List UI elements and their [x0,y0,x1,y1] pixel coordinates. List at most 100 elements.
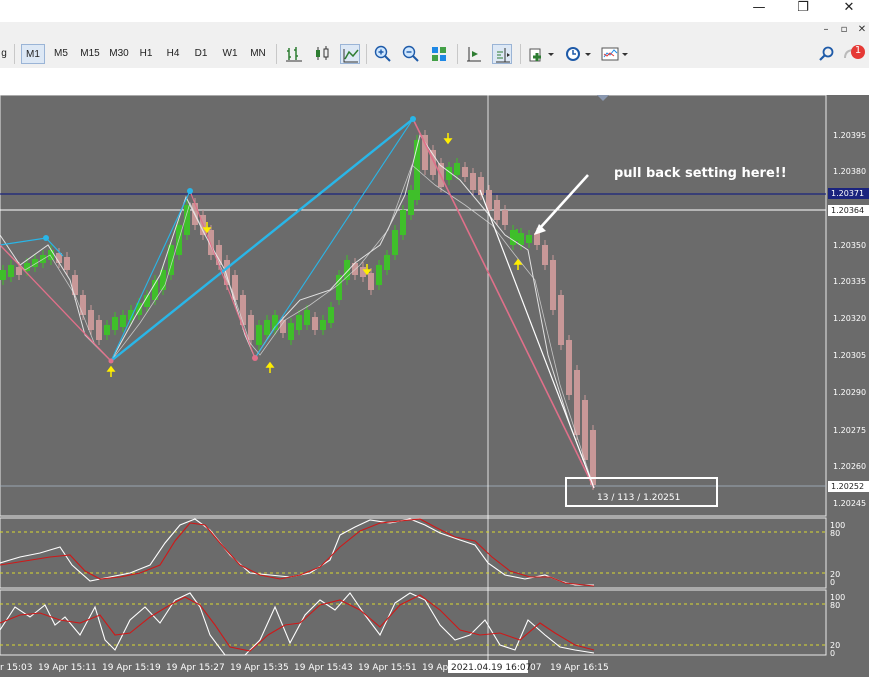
candle-body [16,267,22,275]
price-tick: 1.20395 [833,131,866,140]
candle-body [510,230,516,245]
candle-body [462,167,468,177]
candle-body [582,400,588,460]
crosshair-time-text: 2021.04.19 16:07 [451,663,531,673]
zoom-in-icon[interactable] [373,44,393,64]
time-tick: 19 Apr 15:27 [166,663,225,673]
chart-shift-icon[interactable] [492,44,512,64]
price-tick: 1.20290 [833,388,866,397]
candle-body [248,315,254,340]
line-chart-icon[interactable] [340,44,360,64]
candle-body [304,310,310,325]
timeframe-m1[interactable]: M1 [21,44,45,64]
bar-chart-icon[interactable] [284,44,304,64]
osc2-main-line [0,592,595,656]
price-tick: 1.20335 [833,277,866,286]
osc1-level-label: 80 [830,529,840,538]
time-tick: 19 Apr 15:11 [38,663,97,673]
toolbar-separator [457,44,458,64]
timeframe-h1[interactable]: H1 [135,44,157,64]
price-panel-frame [0,95,827,517]
timeframe-d1[interactable]: D1 [190,44,212,64]
buy-arrow-icon [265,361,275,373]
timeframe-m15[interactable]: M15 [77,44,103,64]
candle-body [368,273,374,290]
templates-icon[interactable] [600,44,620,64]
timeframe-m30[interactable]: M30 [106,44,132,64]
tile-windows-icon[interactable] [429,44,449,64]
price-tick: 1.20245 [833,499,866,508]
candle-body [408,190,414,215]
candle-body [112,317,118,330]
periods-dropdown-icon[interactable] [583,44,593,64]
price-label-white-text: 1.20364 [831,206,864,215]
candle-body [502,210,508,225]
price-chart[interactable]: 1.20395 1.20380 1.20350 1.20335 1.20320 … [0,95,869,677]
toolbar-separator [520,44,521,64]
candle-body [64,257,70,270]
candle-body [558,295,564,345]
candlestick-chart-icon[interactable] [312,44,332,64]
chart-minimize-button[interactable]: – [820,24,832,36]
time-tick: r 15:03 [0,663,33,673]
search-icon[interactable] [817,44,837,64]
title-bar: — ❐ ✕ [0,0,869,22]
candle-body [256,325,262,345]
candle-body [280,320,286,333]
timeframe-mn[interactable]: MN [246,44,270,64]
candle-body [296,315,302,330]
zoom-out-icon[interactable] [401,44,421,64]
candle-body [470,173,476,190]
window-restore-button[interactable]: ❐ [780,1,826,22]
window-minimize-button[interactable]: — [736,1,782,22]
notifications-icon[interactable]: 1 [843,44,867,64]
candle-body [566,340,572,395]
notification-count: 1 [854,45,862,56]
osc2-signal-line [0,594,595,652]
candle-body [48,250,54,260]
indicators-icon[interactable] [527,44,547,64]
osc1-signal-line [0,518,595,587]
time-tick: 19 Apr 15:35 [230,663,289,673]
timeframe-toolbar: g M1 M5 M15 M30 H1 H4 D1 W1 MN 1 [0,40,869,68]
candle-body [574,370,580,435]
chart-restore-button[interactable]: ▫ [838,24,850,36]
timeframe-m5[interactable]: M5 [50,44,72,64]
price-tick: 1.20260 [833,462,866,471]
price-tick: 1.20320 [833,314,866,323]
timeframe-w1[interactable]: W1 [218,44,242,64]
candle-body [526,235,532,243]
indicators-dropdown-icon[interactable] [546,44,556,64]
price-label-current-text: 1.20252 [831,482,864,491]
chart-close-button[interactable]: ✕ [856,24,868,36]
candle-body [336,275,342,300]
sell-arrow-icon [443,133,453,145]
swing-high-dot [410,116,416,122]
info-box: 13 / 113 / 1.20251 [565,477,718,507]
candle-body [454,163,460,175]
candle-body [494,200,500,220]
auto-scroll-icon[interactable] [464,44,484,64]
time-tick: 07 [530,663,541,673]
candle-body [264,320,270,335]
chart-shift-marker-icon [597,95,609,101]
periods-clock-icon[interactable] [563,44,583,64]
templates-dropdown-icon[interactable] [620,44,630,64]
time-tick: 19 Ap [422,663,448,673]
candle-body [88,310,94,330]
price-tick: 1.20350 [833,241,866,250]
zigzag-pink-1 [189,190,256,359]
candle-body [8,265,14,277]
candle-body [312,317,318,330]
candle-body [0,270,6,280]
time-tick: 19 Apr 16:15 [550,663,609,673]
toolbar-separator [276,44,277,64]
candle-body [120,315,126,327]
price-axis: 1.20395 1.20380 1.20350 1.20335 1.20320 … [833,131,866,508]
oscillator-panel-1-frame [0,517,827,589]
timeframe-h4[interactable]: H4 [162,44,184,64]
candle-body [392,230,398,255]
window-close-button[interactable]: ✕ [826,1,869,22]
toolbar-separator [366,44,367,64]
zigzag-pink-major [412,118,595,489]
